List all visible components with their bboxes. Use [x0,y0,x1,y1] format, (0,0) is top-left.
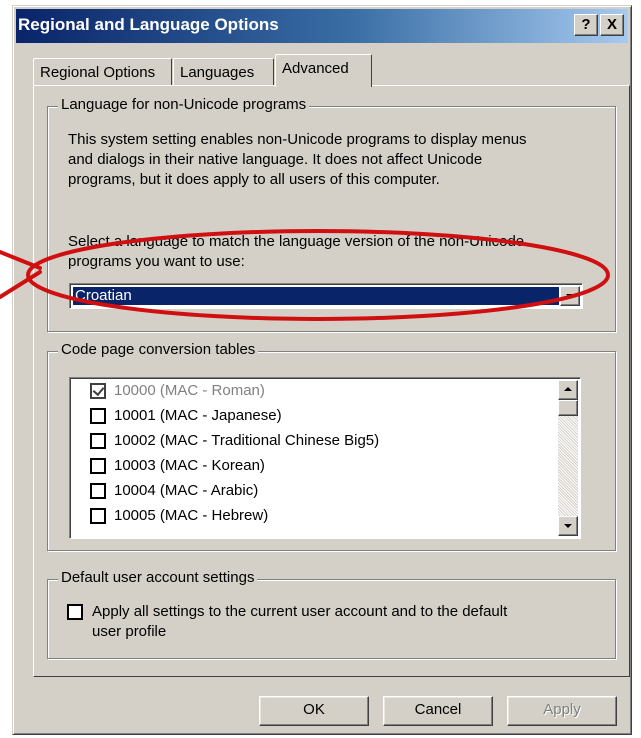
code-page-legend: Code page conversion tables [58,341,259,358]
tab-languages[interactable]: Languages [173,58,274,86]
checkbox-label-line: user profile [92,623,167,640]
apply-default-profile-label[interactable]: Apply all settings to the current user a… [92,602,507,642]
language-select-value: Croatian [72,286,560,306]
ok-button[interactable]: OK [259,696,369,726]
scroll-thumb[interactable] [558,400,578,416]
description-line: This system setting enables non-Unicode … [68,131,527,148]
help-button[interactable]: ? [574,14,598,36]
checkbox-10003[interactable] [90,458,106,474]
tab-label: Languages [180,64,255,81]
select-language-prompt: Select a language to match the language … [68,232,524,272]
title-bar[interactable]: Regional and Language Options ? X [16,9,628,43]
tab-advanced[interactable]: Advanced [275,54,372,87]
advanced-tab-panel: Language for non-Unicode programs This s… [33,85,630,677]
description-line: and dialogs in their native language. It… [68,151,483,168]
list-item-label: 10001 (MAC - Japanese) [114,407,282,424]
tab-regional-options[interactable]: Regional Options [33,58,172,86]
checkbox-10005[interactable] [90,508,106,524]
checkbox-10001[interactable] [90,408,106,424]
apply-default-profile-checkbox[interactable] [67,604,83,620]
window-title: Regional and Language Options [18,15,279,34]
prompt-line: Select a language to match the language … [68,233,525,250]
list-item-label: 10000 (MAC - Roman) [114,382,265,399]
checkbox-10000[interactable] [90,383,106,399]
checkbox-label-line: Apply all settings to the current user a… [92,603,508,620]
regional-options-dialog: Regional and Language Options ? X Region… [12,5,632,735]
close-button[interactable]: X [600,14,624,36]
chevron-down-icon [564,524,572,528]
default-account-group: Default user account settings Apply all … [47,569,616,659]
list-item-label: 10003 (MAC - Korean) [114,457,265,474]
non-unicode-group: Language for non-Unicode programs This s… [47,96,616,332]
code-page-group: Code page conversion tables 10000 (MAC -… [47,341,616,551]
list-item-label: 10002 (MAC - Traditional Chinese Big5) [114,432,380,449]
chevron-up-icon [564,387,572,391]
checkbox-10002[interactable] [90,433,106,449]
default-account-legend: Default user account settings [58,569,258,586]
chevron-down-icon [566,294,574,298]
non-unicode-description: This system setting enables non-Unicode … [68,130,527,190]
description-line: programs, but it does apply to all users… [68,171,440,188]
list-item-label: 10004 (MAC - Arabic) [114,482,259,499]
language-select[interactable]: Croatian [69,283,583,309]
vertical-scrollbar[interactable] [558,380,578,536]
checkbox-10004[interactable] [90,483,106,499]
cancel-button[interactable]: Cancel [383,696,493,726]
prompt-line: programs you want to use: [68,253,245,270]
list-item-label: 10005 (MAC - Hebrew) [114,507,269,524]
tab-label: Advanced [282,60,349,77]
scroll-up-button[interactable] [558,380,578,400]
tab-label: Regional Options [40,64,156,81]
apply-button[interactable]: Apply [507,696,617,726]
non-unicode-legend: Language for non-Unicode programs [58,96,310,113]
code-page-list[interactable]: 10000 (MAC - Roman) 10001 (MAC - Japanes… [69,377,581,539]
scroll-down-button[interactable] [558,516,578,536]
language-select-dropdown-button[interactable] [560,286,580,306]
